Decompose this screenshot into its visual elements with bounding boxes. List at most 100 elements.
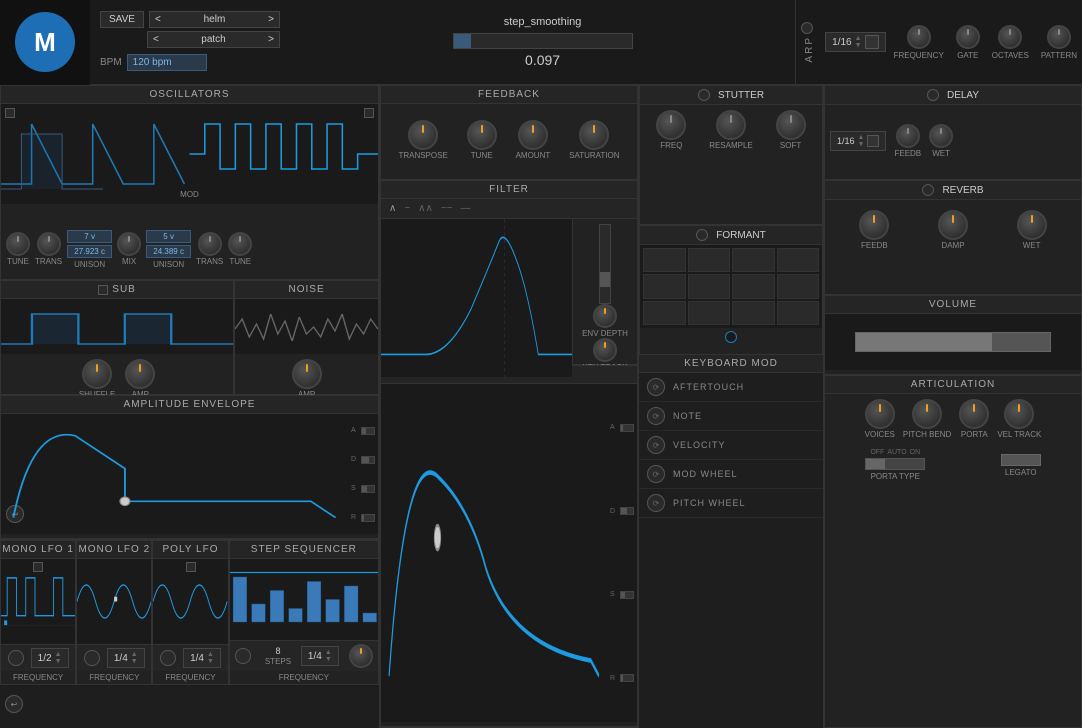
filter-type-flat[interactable]: — (461, 203, 471, 214)
artic-voices-knob[interactable] (865, 399, 895, 429)
lfo2-power[interactable] (84, 650, 100, 666)
delay-power-btn[interactable] (927, 89, 939, 101)
preset-parent-prev[interactable]: < (155, 14, 161, 25)
preset-next[interactable]: > (268, 34, 274, 45)
feedback-tune-knob[interactable] (467, 120, 497, 150)
filter-section: FILTER ∧ ~ ∧∧ ~~ — (380, 180, 638, 365)
formant-position-indicator[interactable] (725, 331, 737, 343)
arp-gate-knob[interactable] (956, 25, 980, 49)
volume-slider[interactable] (855, 332, 1052, 352)
preset-parent-next[interactable]: > (268, 14, 274, 25)
preset-name-nav[interactable]: < patch > (147, 31, 280, 48)
osc-trans2-knob[interactable] (198, 232, 222, 256)
filter-env-r-slider[interactable] (620, 674, 634, 682)
osc-trans-knob[interactable] (37, 232, 61, 256)
sub-checkbox[interactable] (98, 285, 108, 295)
filter-env-d-slider[interactable] (620, 507, 634, 515)
filter-type-lp[interactable]: ∧ (389, 203, 396, 214)
osc-trans2-label: TRANS (196, 257, 223, 266)
filter-right-controls: ENV DEPTH KEY TRACK (572, 219, 637, 377)
lfo1-power[interactable] (8, 650, 24, 666)
amp-env-s-slider[interactable] (361, 485, 375, 493)
osc-checkbox-1[interactable] (5, 108, 15, 118)
volume-section: VOLUME (824, 295, 1082, 375)
lfo1-freq-display[interactable]: 1/2 ▲▼ (31, 648, 69, 668)
kbd-mod-wheel-icon[interactable]: ⟳ (647, 465, 665, 483)
osc-tune-knob[interactable] (6, 232, 30, 256)
delay-wet-knob[interactable] (929, 124, 953, 148)
bpm-input[interactable]: 120 bpm (127, 54, 207, 71)
reverb-feedb-knob[interactable] (859, 210, 889, 240)
artic-vel-track-knob[interactable] (1004, 399, 1034, 429)
osc-mix-knob[interactable] (117, 232, 141, 256)
sub-shuffle-knob[interactable] (82, 359, 112, 389)
filter-type-bp[interactable]: ~ (404, 203, 410, 214)
delay-feedb-knob[interactable] (896, 124, 920, 148)
artic-porta-knob[interactable] (959, 399, 989, 429)
kbd-mod-aftertouch-icon[interactable]: ⟳ (647, 378, 665, 396)
porta-type-slider[interactable] (865, 458, 925, 470)
feedback-transpose-knob[interactable] (408, 120, 438, 150)
kbd-mod-wheel-label: MOD WHEEL (673, 469, 738, 479)
arp-power-btn[interactable] (801, 22, 813, 34)
noise-section: NOISE AMP (234, 280, 379, 395)
osc-checkbox-2[interactable] (364, 108, 374, 118)
lfo2-freq-label: FREQUENCY (77, 671, 151, 684)
artic-vel-track-label: VEL TRACK (997, 430, 1041, 439)
feedback-saturation-knob[interactable] (579, 120, 609, 150)
formant-power-btn[interactable] (696, 229, 708, 241)
poly-lfo-power[interactable] (160, 650, 176, 666)
stutter-freq-label: FREQ (660, 141, 682, 150)
save-button[interactable]: SAVE (100, 11, 144, 28)
arp-freq-arrows[interactable]: ▲▼ (855, 35, 862, 49)
stutter-soft-knob[interactable] (776, 110, 806, 140)
artic-pitch-bend-knob[interactable] (912, 399, 942, 429)
poly-lfo-freq-display[interactable]: 1/4 ▲▼ (183, 648, 221, 668)
filter-key-track-knob[interactable] (593, 338, 617, 362)
stutter-power-btn[interactable] (698, 89, 710, 101)
sub-amp-knob[interactable] (125, 359, 155, 389)
osc-tune2-knob[interactable] (228, 232, 252, 256)
filter-env-s-slider[interactable] (620, 591, 634, 599)
stutter-resample-knob[interactable] (716, 110, 746, 140)
amp-env-r-slider[interactable] (361, 514, 375, 522)
filter-type-notch[interactable]: ~~ (441, 203, 453, 214)
oscillator-display: MOD (1, 104, 378, 204)
reverb-damp-knob[interactable] (938, 210, 968, 240)
noise-amp-knob[interactable] (292, 359, 322, 389)
reverb-power-btn[interactable] (922, 184, 934, 196)
kbd-mod-velocity-icon[interactable]: ⟳ (647, 436, 665, 454)
mono-lfo1-section: MONO LFO 1 (0, 540, 76, 685)
reverb-wet-knob[interactable] (1017, 210, 1047, 240)
kbd-mod-pitch-icon[interactable]: ⟳ (647, 494, 665, 512)
amp-env-d-slider[interactable] (361, 456, 375, 464)
stutter-freq-knob[interactable] (656, 110, 686, 140)
filter-env-depth-knob[interactable] (593, 304, 617, 328)
arp-octaves-knob[interactable] (998, 25, 1022, 49)
feedback-amount-knob[interactable] (518, 120, 548, 150)
feedback-transpose-group: TRANSPOSE (398, 120, 447, 160)
amp-env-a-slider[interactable] (361, 427, 375, 435)
step-seq-freq-display[interactable]: 1/4 ▲▼ (301, 646, 339, 666)
legato-slider[interactable] (1001, 454, 1041, 466)
filter-env-icon[interactable]: ↩ (5, 695, 23, 713)
arp-freq-display[interactable]: 1/16 ▲▼ (825, 32, 885, 52)
step-seq-knob[interactable] (349, 644, 373, 668)
preset-prev[interactable]: < (153, 34, 159, 45)
lfo1-checkbox[interactable] (33, 562, 43, 572)
filter-env-a-slider[interactable] (620, 424, 634, 432)
step-seq-power[interactable] (235, 648, 251, 664)
reverb-damp-group: DAMP (938, 210, 968, 250)
step-smoothing-bar[interactable] (453, 33, 633, 49)
stutter-resample-label: RESAMPLE (709, 141, 753, 150)
delay-freq-display[interactable]: 1/16 ▲▼ (830, 131, 886, 151)
arp-pattern-knob[interactable] (1047, 25, 1071, 49)
osc-unison2-voices: 5 v (146, 230, 191, 243)
kbd-mod-note-icon[interactable]: ⟳ (647, 407, 665, 425)
lfo2-freq-display[interactable]: 1/4 ▲▼ (107, 648, 145, 668)
arp-frequency-knob[interactable] (907, 25, 931, 49)
poly-lfo-checkbox[interactable] (186, 562, 196, 572)
preset-parent-nav[interactable]: < helm > (149, 11, 280, 28)
filter-type-hp[interactable]: ∧∧ (418, 203, 433, 214)
filter-cutoff-slider[interactable] (599, 224, 611, 304)
